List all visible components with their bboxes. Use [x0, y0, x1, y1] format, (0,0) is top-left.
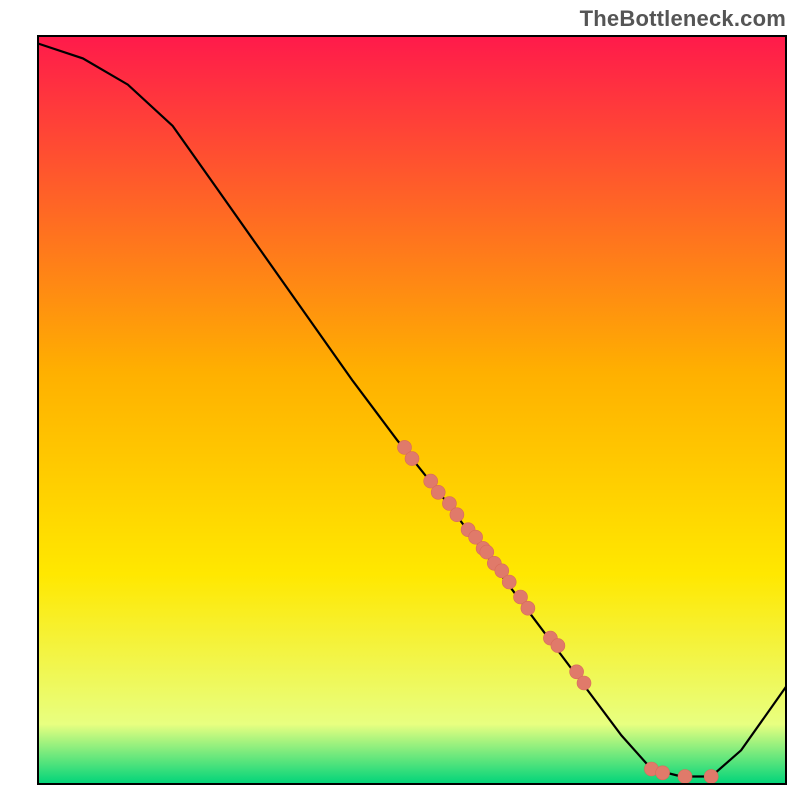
plot-background: [38, 36, 786, 784]
data-point: [678, 770, 692, 784]
chart-container: TheBottleneck.com: [0, 0, 800, 800]
data-point: [502, 575, 516, 589]
watermark-text: TheBottleneck.com: [580, 6, 786, 32]
data-point: [405, 452, 419, 466]
data-point: [704, 770, 718, 784]
data-point: [577, 676, 591, 690]
data-point: [656, 766, 670, 780]
data-point: [551, 639, 565, 653]
chart-plot: [0, 0, 800, 800]
data-point: [431, 485, 445, 499]
data-point: [521, 601, 535, 615]
data-point: [450, 508, 464, 522]
